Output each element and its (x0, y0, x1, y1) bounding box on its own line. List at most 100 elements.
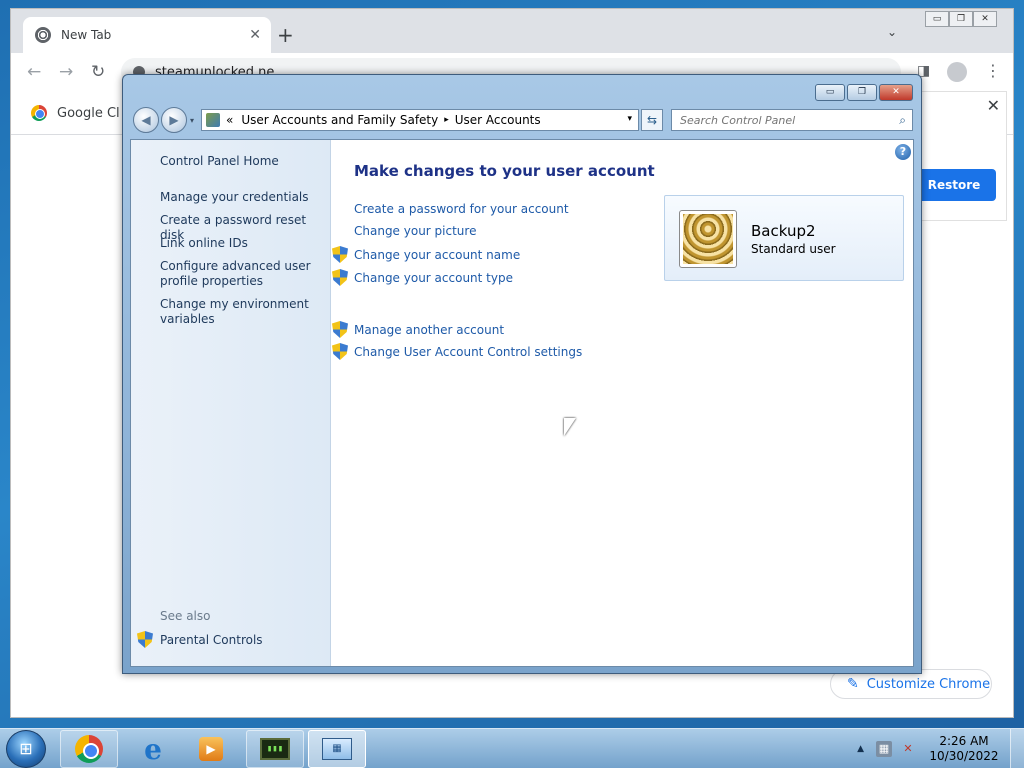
show-hidden-icons-icon[interactable]: ▲ (857, 744, 864, 754)
new-tab-button[interactable]: + (277, 23, 294, 47)
advanced-profile-properties-link[interactable]: Configure advanced user profile properti… (160, 259, 325, 289)
uac-shield-icon (332, 269, 348, 286)
bookmark-label: Google Cl (57, 105, 120, 121)
main-pane: ? Make changes to your user account Crea… (331, 140, 915, 666)
chrome-icon (75, 735, 103, 763)
account-picture-image (683, 214, 733, 264)
chrome-window-controls: ▭ ❐ ✕ (925, 11, 997, 27)
chrome-tabstrip: New Tab ✕ + ⌄ ▭ ❐ ✕ (11, 9, 1013, 53)
network-icon[interactable]: ▦ (876, 741, 892, 757)
page-title: Make changes to your user account (354, 162, 655, 180)
environment-variables-link[interactable]: Change my environment variables (160, 297, 325, 327)
restore-button[interactable]: Restore (912, 169, 996, 201)
chrome-menu-icon[interactable]: ⋮ (985, 61, 1001, 80)
chrome-minimize-button[interactable]: ▭ (925, 11, 949, 27)
back-icon[interactable]: ← (27, 62, 41, 82)
uac-shield-icon (332, 246, 348, 263)
start-button[interactable]: ⊞ (6, 730, 46, 768)
tab-title: New Tab (61, 28, 112, 42)
taskbar-internet-explorer-button[interactable]: e (124, 730, 182, 768)
taskbar-control-panel-button[interactable]: ▦ (308, 730, 366, 768)
task-label: Create a password for your account (354, 202, 569, 216)
cp-maximize-button[interactable]: ❐ (847, 84, 877, 101)
control-panel-content: Control Panel Home Manage your credentia… (130, 139, 914, 667)
parental-controls-link[interactable]: Parental Controls (137, 631, 263, 648)
show-desktop-button[interactable] (1010, 729, 1024, 768)
taskbar-task-manager-button[interactable]: ▮▮▮ (246, 730, 304, 768)
see-also-heading: See also (160, 609, 211, 623)
search-control-panel[interactable]: ⌕ (671, 109, 913, 131)
control-panel-window: ▭ ❐ ✕ ◀ ▶ ▾ « User Accounts and Family S… (122, 74, 922, 674)
chrome-logo-icon (31, 105, 47, 121)
control-panel-home-link[interactable]: Control Panel Home (160, 154, 325, 169)
task-label: Change User Account Control settings (354, 344, 583, 359)
chrome-close-button[interactable]: ✕ (973, 11, 997, 27)
task-label: Change your picture (354, 224, 477, 238)
address-dropdown-icon[interactable]: ▾ (627, 114, 632, 124)
link-online-ids-link[interactable]: Link online IDs (160, 236, 325, 251)
reload-icon[interactable]: ↻ (91, 62, 105, 82)
recent-pages-dropdown-icon[interactable]: ▾ (190, 116, 194, 125)
uac-shield-icon (332, 343, 348, 360)
task-change-account-type[interactable]: Change your account type (332, 269, 513, 286)
refresh-button[interactable]: ⇆ (641, 109, 663, 131)
address-bar[interactable]: « User Accounts and Family Safety ▸ User… (201, 109, 639, 131)
chrome-maximize-button[interactable]: ❐ (949, 11, 973, 27)
new-tab-favicon-icon (35, 27, 51, 43)
task-manage-another-account[interactable]: Manage another account (332, 321, 504, 338)
task-label: Change your account name (354, 247, 521, 262)
pencil-icon: ✎ (847, 676, 859, 692)
parental-controls-label: Parental Controls (160, 632, 263, 647)
user-accounts-icon (206, 113, 220, 127)
left-pane: Control Panel Home Manage your credentia… (131, 140, 331, 666)
account-name: Backup2 (751, 222, 816, 240)
chrome-tab-new-tab[interactable]: New Tab ✕ (23, 17, 271, 53)
volume-muted-icon[interactable]: ✕ (900, 741, 916, 757)
task-create-password[interactable]: Create a password for your account (354, 202, 569, 216)
uac-shield-icon (332, 321, 348, 338)
help-icon[interactable]: ? (895, 144, 911, 160)
task-label: Manage another account (354, 322, 505, 337)
breadcrumb-separator-icon[interactable]: ▸ (444, 115, 449, 125)
cp-close-button[interactable]: ✕ (879, 84, 913, 101)
search-icon[interactable]: ⌕ (899, 113, 906, 128)
tab-close-icon[interactable]: ✕ (249, 27, 261, 43)
task-manager-icon: ▮▮▮ (260, 738, 290, 760)
task-change-picture[interactable]: Change your picture (354, 224, 476, 238)
internet-explorer-icon: e (144, 732, 162, 766)
back-forward-buttons: ◀ ▶ ▾ (133, 107, 194, 133)
task-label: Change your account type (354, 270, 513, 285)
search-input[interactable] (680, 113, 890, 127)
account-card: Backup2 Standard user (664, 195, 904, 281)
customize-chrome-label: Customize Chrome (866, 676, 991, 692)
taskbar: ⊞ e ▶ ▮▮▮ ▦ ▲ ▦ ✕ 2:26 AM 10/30/2022 (0, 728, 1024, 768)
clock-date: 10/30/2022 (929, 749, 999, 763)
task-uac-settings[interactable]: Change User Account Control settings (332, 343, 582, 360)
task-change-account-name[interactable]: Change your account name (332, 246, 520, 263)
breadcrumb-user-accounts[interactable]: User Accounts (455, 113, 541, 127)
media-player-icon: ▶ (199, 737, 223, 761)
system-tray: ▲ ▦ ✕ 2:26 AM 10/30/2022 (857, 729, 1024, 768)
bookmark-google-chrome[interactable]: Google Cl (31, 105, 120, 121)
breadcrumb-overflow[interactable]: « (226, 113, 233, 127)
account-picture (679, 210, 737, 268)
profile-avatar-icon[interactable] (947, 62, 967, 82)
forward-button[interactable]: ▶ (161, 107, 187, 133)
cp-minimize-button[interactable]: ▭ (815, 84, 845, 101)
clock-time: 2:26 AM (939, 734, 989, 748)
close-icon[interactable]: ✕ (987, 96, 1000, 115)
uac-shield-icon (137, 631, 153, 648)
breadcrumb-user-accounts-family-safety[interactable]: User Accounts and Family Safety (241, 113, 438, 127)
clock[interactable]: 2:26 AM 10/30/2022 (924, 734, 1004, 764)
tab-search-icon[interactable]: ⌄ (887, 25, 897, 39)
control-panel-icon: ▦ (322, 738, 352, 760)
forward-icon[interactable]: → (59, 62, 73, 82)
mouse-cursor-icon (564, 418, 576, 436)
manage-credentials-link[interactable]: Manage your credentials (160, 190, 325, 205)
account-type: Standard user (751, 242, 836, 256)
back-button[interactable]: ◀ (133, 107, 159, 133)
control-panel-window-controls: ▭ ❐ ✕ (815, 84, 913, 101)
control-panel-navigation: ◀ ▶ ▾ « User Accounts and Family Safety … (133, 107, 913, 135)
taskbar-chrome-button[interactable] (60, 730, 118, 768)
taskbar-media-player-button[interactable]: ▶ (182, 730, 240, 768)
